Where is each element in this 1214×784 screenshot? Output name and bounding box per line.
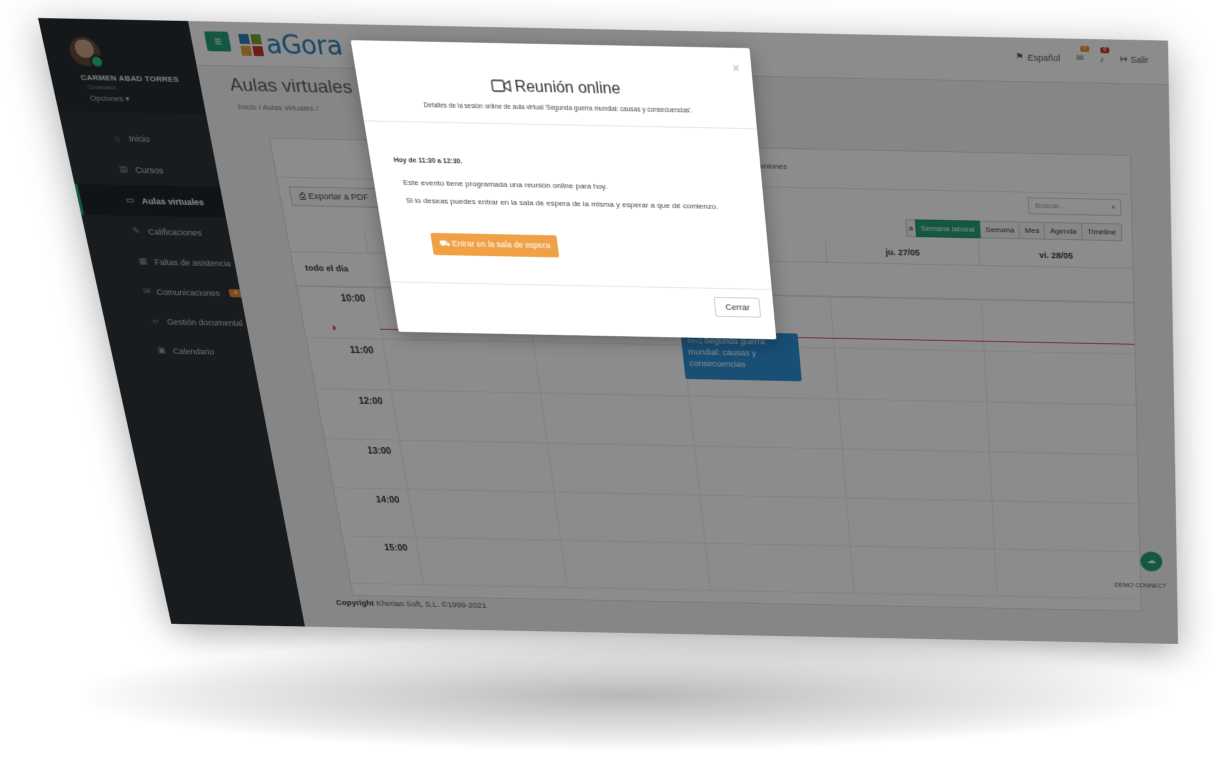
meeting-time: Hoy de 11:30 a 12:30. bbox=[393, 157, 463, 165]
enter-waiting-room-button[interactable]: ⛟ Entrar en la sala de espera bbox=[430, 233, 559, 258]
divider bbox=[390, 281, 772, 290]
close-button[interactable]: Cerrar bbox=[714, 297, 761, 318]
device-shadow bbox=[80, 640, 1170, 750]
dialog-title-text: Reunión online bbox=[514, 79, 622, 98]
enter-waiting-room-label: Entrar en la sala de espera bbox=[451, 239, 550, 250]
app-screen: CARMEN ABAD TORRES Conectado Opciones ▾ … bbox=[38, 18, 1178, 644]
video-camera-icon bbox=[490, 79, 512, 97]
dialog-subtitle: Detalles de la sesión online de aula vir… bbox=[370, 101, 745, 115]
online-meeting-dialog: × Reunión online Detalles de la sesión o… bbox=[351, 40, 777, 339]
meeting-info-text: Este evento tiene programada una reunión… bbox=[402, 178, 724, 193]
divider bbox=[364, 120, 757, 129]
dialog-title: Reunión online bbox=[356, 76, 754, 102]
close-icon[interactable]: × bbox=[732, 62, 740, 76]
waiting-room-info-text: Si lo deseas puedes entrar en la sala de… bbox=[405, 195, 726, 213]
